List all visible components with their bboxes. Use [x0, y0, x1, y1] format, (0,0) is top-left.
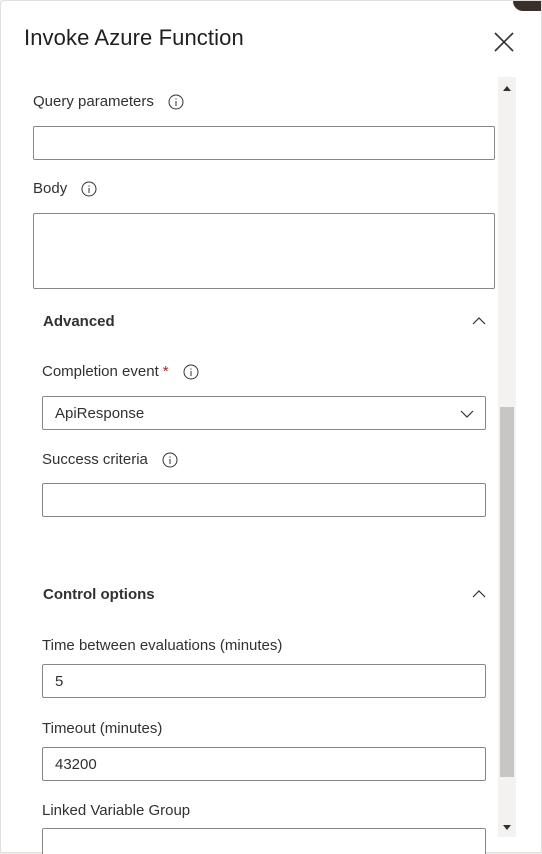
- query-parameters-input[interactable]: [33, 126, 495, 160]
- scroll-down-button[interactable]: [498, 817, 516, 837]
- scroll-up-button[interactable]: [498, 79, 516, 99]
- completion-event-dropdown[interactable]: ApiResponse: [42, 396, 486, 430]
- completion-event-label-text: Completion event: [42, 363, 159, 380]
- scroll-up-arrow-icon: [503, 86, 511, 91]
- scroll-thumb[interactable]: [500, 407, 514, 777]
- completion-event-selected-value: ApiResponse: [55, 404, 145, 422]
- control-options-section-title[interactable]: Control options: [43, 586, 155, 603]
- body-textarea[interactable]: [33, 213, 495, 289]
- success-criteria-label-text: Success criteria: [42, 451, 148, 468]
- linked-variable-group-dropdown[interactable]: [42, 828, 486, 854]
- query-parameters-label-text: Query parameters: [33, 93, 154, 110]
- dialog-title: Invoke Azure Function: [24, 25, 244, 50]
- timeout-label-text: Timeout (minutes): [42, 720, 163, 737]
- linked-variable-group-label-text: Linked Variable Group: [42, 802, 191, 819]
- close-button[interactable]: [491, 29, 517, 55]
- info-icon[interactable]: [168, 94, 184, 110]
- linked-variable-group-label: Linked Variable Group: [42, 802, 190, 819]
- info-icon[interactable]: [81, 181, 97, 197]
- invoke-azure-function-panel: Invoke Azure Function Query parameters B…: [0, 0, 542, 854]
- chevron-up-icon[interactable]: [471, 586, 487, 602]
- query-parameters-label: Query parameters: [33, 93, 184, 110]
- chevron-up-icon[interactable]: [471, 313, 487, 329]
- info-icon[interactable]: [162, 452, 178, 468]
- time-between-evaluations-label: Time between evaluations (minutes): [42, 637, 282, 654]
- form-scroll-area[interactable]: Query parameters Body Advanced Completio…: [1, 77, 542, 854]
- success-criteria-input[interactable]: [42, 483, 486, 517]
- vertical-scrollbar[interactable]: [498, 77, 516, 837]
- completion-event-label: Completion event *: [42, 363, 199, 380]
- scroll-down-arrow-icon: [503, 825, 511, 830]
- chevron-down-icon: [460, 410, 474, 418]
- time-between-evaluations-input[interactable]: 5: [42, 664, 486, 698]
- timeout-input[interactable]: 43200: [42, 747, 486, 781]
- required-asterisk: *: [162, 363, 169, 380]
- avatar[interactable]: [513, 1, 541, 11]
- body-label: Body: [33, 180, 97, 197]
- timeout-label: Timeout (minutes): [42, 720, 162, 737]
- advanced-section-title[interactable]: Advanced: [43, 313, 115, 330]
- body-label-text: Body: [33, 180, 68, 197]
- success-criteria-label: Success criteria: [42, 451, 178, 468]
- time-between-evaluations-label-text: Time between evaluations (minutes): [42, 637, 283, 654]
- info-icon[interactable]: [183, 364, 199, 380]
- close-icon: [494, 32, 514, 52]
